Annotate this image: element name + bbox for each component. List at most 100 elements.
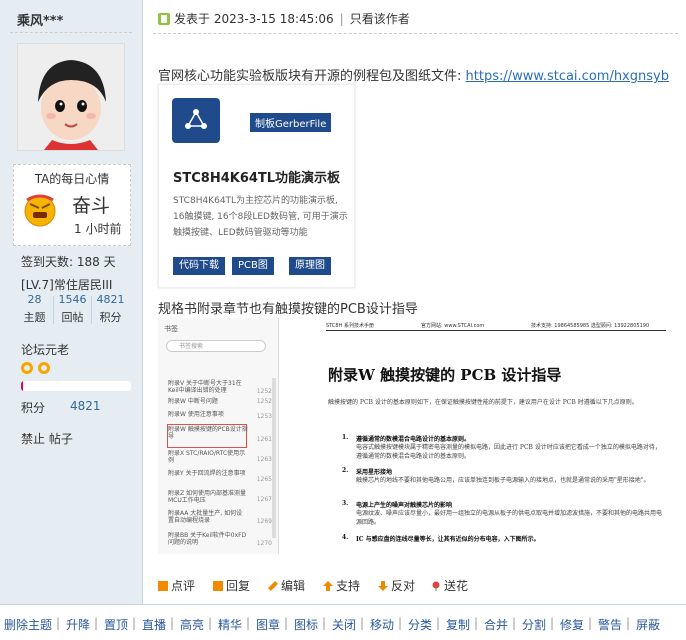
separator: | <box>56 616 61 630</box>
intro-link[interactable]: https://www.stcai.com/hxgnsyb <box>466 69 669 84</box>
bookmark-page: 1253 <box>256 413 272 420</box>
pdf-header-right: 技术支持: 19864585985 选型顾问: 13922805190 <box>531 323 650 329</box>
pdf-header-mid: 官方网站: www.STCAI.com <box>421 323 485 329</box>
post-content-area: 发表于 2023-3-15 18:45:06 | 只看该作者 官网核心功能实验板版块… <box>143 0 686 604</box>
pdf-list-text: 触摸芯片的地线不要和其他电路公用，应该单独连到板子电源输入的接地点，也就是通常说… <box>356 477 650 484</box>
score-label: 积分 <box>21 401 46 415</box>
board-logo-icon <box>172 98 220 143</box>
pdf-header: STC8H 系列技术手册 官方网站: www.STCAI.com 技术支持: 1… <box>326 322 666 331</box>
mod-action-link[interactable]: 删除主题 <box>4 616 52 633</box>
avatar-image <box>18 44 124 150</box>
separator: | <box>339 12 344 26</box>
intro-paragraph: 官网核心功能实验板版块有开源的例程包及图纸文件: https://www.stc… <box>158 65 669 84</box>
mod-action-link[interactable]: 合并 <box>484 616 508 633</box>
pdf-header-left: STC8H 系列技术手册 <box>326 323 374 329</box>
mod-action-link[interactable]: 移动 <box>370 616 394 633</box>
pdf-list-num: 4. <box>342 534 349 541</box>
mod-action-link[interactable]: 分割 <box>522 616 546 633</box>
separator: | <box>360 616 365 630</box>
reply-button[interactable]: 回复 <box>213 577 250 594</box>
mood-emoji-icon <box>23 194 57 228</box>
user-stats: 28 主题 1546 回帖 4821 积分 <box>16 293 128 327</box>
stat-score[interactable]: 4821 积分 <box>92 293 129 325</box>
mod-action-link[interactable]: 图标 <box>294 616 318 633</box>
username-link[interactable]: 乘风*** <box>17 10 63 29</box>
separator: | <box>626 616 631 630</box>
only-author-link[interactable]: 只看该作者 <box>350 12 410 26</box>
bookmark-page: 1269 <box>256 518 272 525</box>
level-progress-bar <box>21 381 131 391</box>
user-sidebar: 乘风*** TA的每日心情 奋斗 1 小时前 签到天数: 188 天 [LV.7… <box>0 0 143 604</box>
product-card-image[interactable]: 制板GerberFile STC8H4K64TL功能演示板 STC8H4K64T… <box>158 84 355 288</box>
mod-action-link[interactable]: 关闭 <box>332 616 356 633</box>
score-value[interactable]: 4821 <box>70 399 101 413</box>
send-flower-button[interactable]: 送花 <box>431 577 468 594</box>
bookmark-page: 1261 <box>256 436 272 443</box>
mod-action-link[interactable]: 图章 <box>256 616 280 633</box>
pdf-list-num: 2. <box>342 467 349 474</box>
separator: | <box>512 616 517 630</box>
bookmark-item: 附录W 触摸按键的PCB设计指导 <box>168 426 248 440</box>
schematic-button: 原理图 <box>289 257 331 275</box>
bookmark-page: 1252 <box>256 398 272 405</box>
stat-replies[interactable]: 1546 回帖 <box>54 293 91 325</box>
post-meta: 发表于 2023-3-15 18:45:06 | 只看该作者 <box>158 10 410 27</box>
support-button[interactable]: 支持 <box>323 577 360 594</box>
datasheet-screenshot[interactable]: 书签 书签搜索 附录V 关于中断号大于31在Keil中编译出错的处理 1252 … <box>158 318 668 554</box>
mod-action-link[interactable]: 直播 <box>142 616 166 633</box>
action-label: 支持 <box>336 579 361 593</box>
post-date: 发表于 2023-3-15 18:45:06 <box>174 12 334 26</box>
pdf-list-num: 1. <box>342 434 349 441</box>
stat-topics[interactable]: 28 主题 <box>16 293 53 325</box>
up-arrow-icon <box>323 580 333 591</box>
bookmark-item: 附录AA 大批量生产, 如何设置自动编程烧录 <box>168 510 243 524</box>
separator: | <box>436 616 441 630</box>
bookmark-page: 1265 <box>256 476 272 483</box>
mod-action-link[interactable]: 置顶 <box>104 616 128 633</box>
mod-action-link[interactable]: 精华 <box>218 616 242 633</box>
card-title: STC8H4K64TL功能演示板 <box>173 171 341 186</box>
separator: | <box>322 616 327 630</box>
mod-action-link[interactable]: 高亮 <box>180 616 204 633</box>
flower-icon <box>431 580 441 591</box>
bookmark-page: 1252 <box>256 388 272 395</box>
comment-button[interactable]: 点评 <box>158 577 195 594</box>
comment-icon <box>158 581 168 591</box>
action-label: 编辑 <box>281 579 306 593</box>
mod-action-link[interactable]: 警告 <box>598 616 622 633</box>
medal-icon[interactable] <box>21 362 33 374</box>
mod-action-link[interactable]: 屏蔽 <box>636 616 660 633</box>
edit-icon <box>268 581 278 591</box>
separator: | <box>398 616 403 630</box>
ban-posts-link[interactable]: 禁止 帖子 <box>21 430 73 447</box>
code-download-button: 代码下载 <box>173 257 225 275</box>
separator: | <box>284 616 289 630</box>
bookmark-search-input: 书签搜索 <box>166 340 266 352</box>
moderation-bar: 删除主题 | 升降 | 置顶 | 直播 | 高亮 | 精华 | 图章 | 图标 | 关闭 | 移动 | 分类 | 复制 | 合并… <box>0 604 686 640</box>
bookmark-item: 附录Z 如何使用内部基准测量MCU工作电压 <box>168 490 247 504</box>
stat-score-label: 积分 <box>99 311 122 324</box>
pdf-list-text: 电源纹波、噪声应该尽量小，最好用一组独立的电源从板子的供电点取电并增加滤波措施，… <box>356 510 663 526</box>
action-label: 送花 <box>444 579 469 593</box>
mod-action-link[interactable]: 复制 <box>446 616 470 633</box>
action-label: 反对 <box>391 579 416 593</box>
oppose-button[interactable]: 反对 <box>378 577 415 594</box>
separator: | <box>94 616 99 630</box>
bookmark-item: 附录X STC/RAIO/RTC使用示例 <box>168 450 246 464</box>
mood-time: 1 小时前 <box>74 222 122 236</box>
scrollbar <box>272 378 276 538</box>
edit-button[interactable]: 编辑 <box>268 577 305 594</box>
gerber-badge: 制板GerberFile <box>250 113 332 132</box>
separator: | <box>132 616 137 630</box>
separator: | <box>246 616 251 630</box>
action-label: 回复 <box>226 579 251 593</box>
card-description: STC8H4K64TL为主控芯片的功能演示板, 16触摸键, 16个8段LED数… <box>173 196 348 238</box>
divider <box>10 32 132 33</box>
medal-icon[interactable] <box>38 362 50 374</box>
user-level[interactable]: [LV.7]常住居民III <box>21 276 112 293</box>
mod-action-link[interactable]: 升降 <box>66 616 90 633</box>
avatar[interactable] <box>17 43 125 151</box>
mod-action-link[interactable]: 分类 <box>408 616 432 633</box>
pdf-list-title: IC 与感应盘的连线尽量等长，让其有近似的分布电容，入下图所示。 <box>356 536 540 543</box>
mod-action-link[interactable]: 修复 <box>560 616 584 633</box>
